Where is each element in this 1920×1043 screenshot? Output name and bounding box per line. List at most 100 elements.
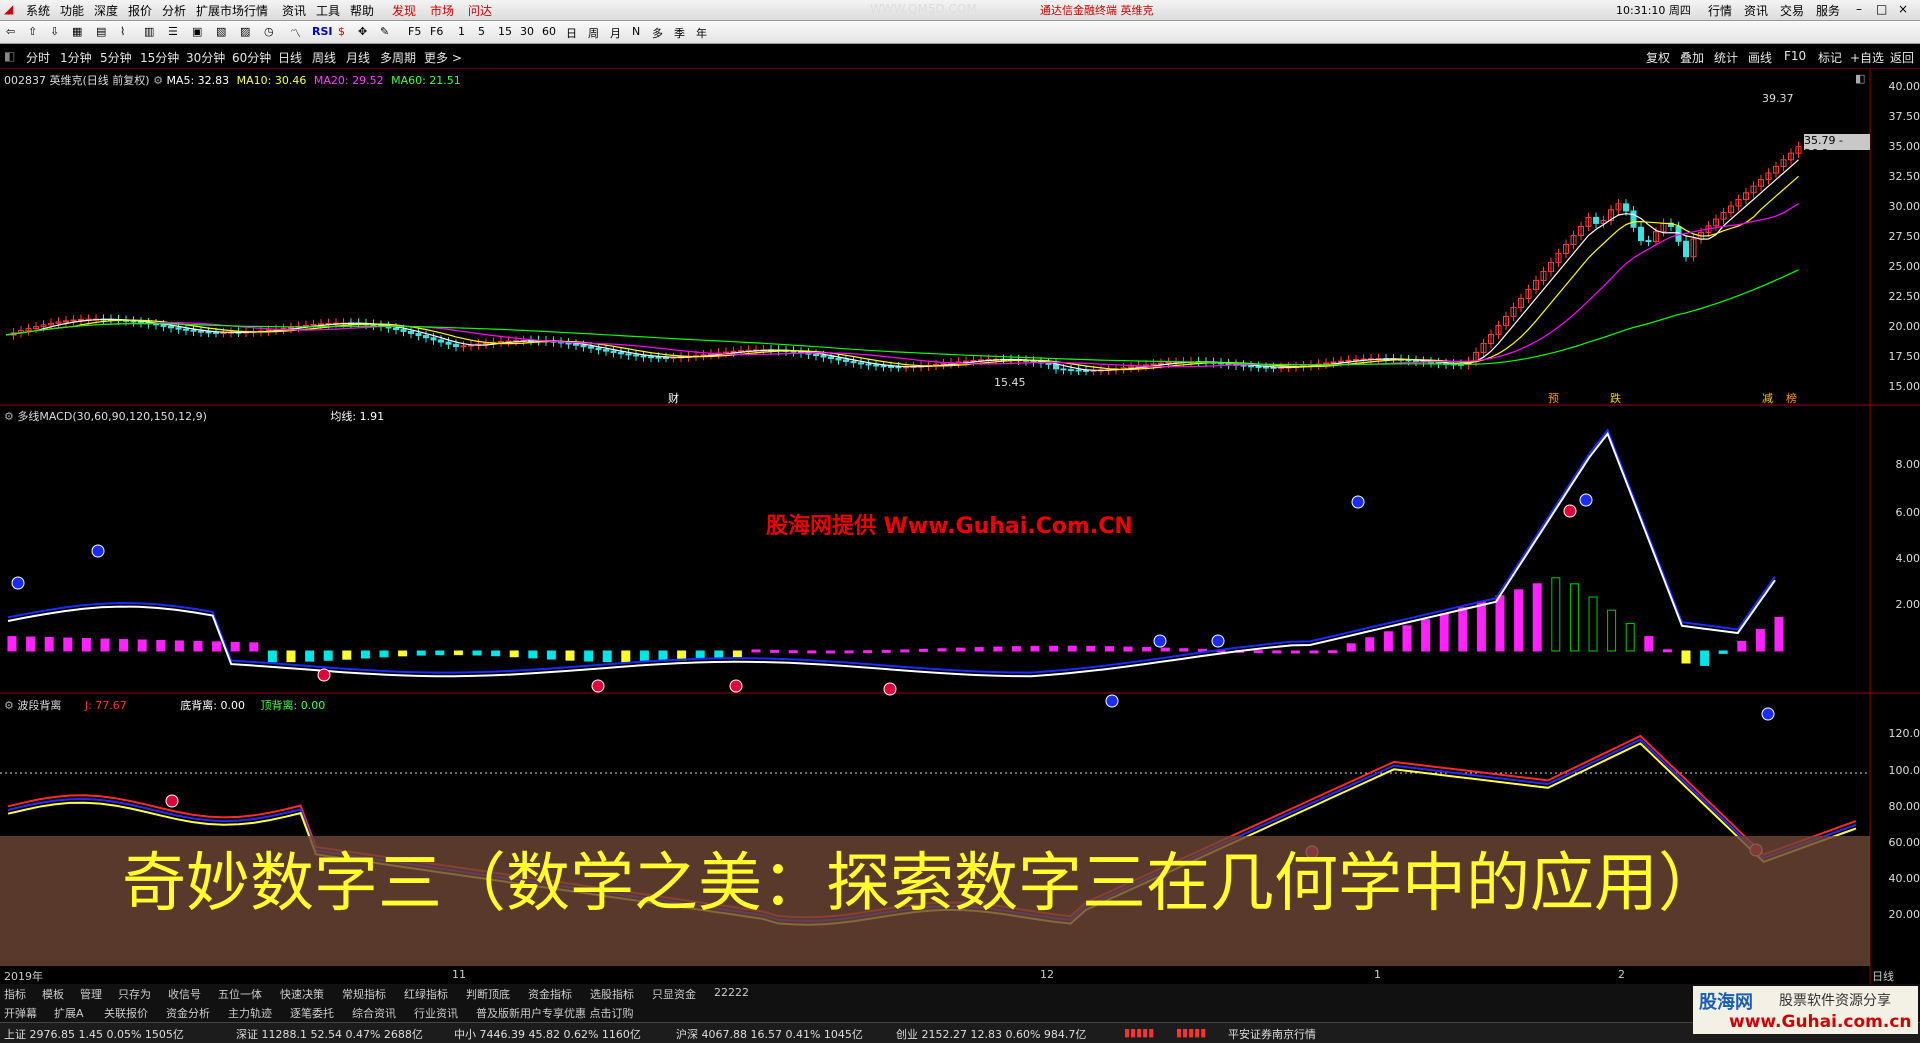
index-zx[interactable]: 中小 7446.39 45.82 0.62% 1160亿 [454, 1026, 641, 1042]
header-button-trade[interactable]: 交易 [1780, 2, 1804, 19]
grid-icon[interactable]: ▦ [72, 25, 82, 38]
period-button[interactable]: 多 [652, 25, 663, 41]
indicator-tab[interactable]: 判断顶底 [466, 986, 510, 1002]
table-icon[interactable]: ▤ [96, 25, 106, 38]
event-label[interactable]: 预 [1548, 390, 1559, 406]
menu-item[interactable]: 扩展市场行情 [196, 2, 268, 19]
event-label[interactable]: 跌 [1610, 390, 1621, 406]
indicator-tab[interactable]: 快速决策 [280, 986, 324, 1002]
chart-option[interactable]: 画线 [1748, 49, 1772, 66]
pencil-icon[interactable]: ✎ [380, 25, 389, 38]
indicator-tab[interactable]: 指标 [4, 986, 26, 1002]
period-tab[interactable]: 5分钟 [100, 49, 132, 66]
function-tab[interactable]: 行业资讯 [414, 1005, 458, 1021]
indicator-tab[interactable]: 红绿指标 [404, 986, 448, 1002]
menu-item[interactable]: 功能 [60, 2, 84, 19]
indicator-tab[interactable]: 常规指标 [342, 986, 386, 1002]
period-tab[interactable]: 60分钟 [232, 49, 271, 66]
index-cy[interactable]: 创业 2152.27 12.83 0.60% 984.7亿 [896, 1026, 1086, 1042]
event-label[interactable]: 减 [1762, 390, 1773, 406]
menu-item[interactable]: 报价 [128, 2, 152, 19]
function-tab[interactable]: 资金分析 [166, 1005, 210, 1021]
chart-option[interactable]: 复权 [1646, 49, 1670, 66]
period-button[interactable]: N [632, 25, 640, 38]
header-button-service[interactable]: 服务 [1816, 2, 1840, 19]
move-icon[interactable]: ✥ [358, 25, 367, 38]
period-button[interactable]: 15 [498, 25, 512, 38]
period-tab[interactable]: 30分钟 [186, 49, 225, 66]
window-icon[interactable]: ▣ [192, 25, 202, 38]
line-chart-icon[interactable]: ⌇ [120, 25, 125, 38]
period-button[interactable]: 5 [478, 25, 485, 38]
candle-chart-icon[interactable]: ▥ [144, 25, 154, 38]
period-tab[interactable]: 日线 [278, 49, 302, 66]
menu-item[interactable]: 帮助 [350, 2, 374, 19]
down-icon[interactable]: ⇩ [50, 25, 59, 38]
function-tab[interactable]: 主力轨迹 [228, 1005, 272, 1021]
settings-gear-icon[interactable]: ⚙ [153, 74, 166, 87]
function-tab[interactable]: 普及版新用户专享优惠 点击订购 [476, 1005, 634, 1021]
period-button[interactable]: 30 [520, 25, 534, 38]
layout-icon[interactable]: ▧ [216, 25, 226, 38]
period-tab[interactable]: 更多 > [424, 49, 462, 66]
period-tab[interactable]: 月线 [346, 49, 370, 66]
index-sh[interactable]: 上证 2976.85 1.45 0.05% 1505亿 [4, 1026, 184, 1042]
period-button[interactable]: 年 [696, 25, 707, 41]
period-button[interactable]: 周 [588, 25, 599, 41]
chart-option[interactable]: F10 [1784, 49, 1806, 63]
period-button[interactable]: 日 [566, 25, 577, 41]
settings-gear-icon[interactable]: ⚙ [4, 699, 17, 712]
menu-item[interactable]: 系统 [26, 2, 50, 19]
menu-item-discover[interactable]: 发现 [392, 2, 416, 19]
panel-zoom-icon[interactable]: ◧ [1855, 72, 1865, 85]
chart-option[interactable]: +自选 [1850, 49, 1884, 66]
period-button[interactable]: 1 [458, 25, 465, 38]
indicator-tab[interactable]: 资金指标 [528, 986, 572, 1002]
panel-toggle-icon[interactable]: ◧ [4, 49, 15, 63]
up-icon[interactable]: ⇧ [28, 25, 37, 38]
period-tab[interactable]: 1分钟 [60, 49, 92, 66]
close-icon[interactable]: × [1898, 2, 1908, 16]
function-tab[interactable]: 开弹幕 [4, 1005, 37, 1021]
menu-item-market[interactable]: 市场 [430, 2, 454, 19]
function-tab[interactable]: 逐笔委托 [290, 1005, 334, 1021]
f5-icon[interactable]: F5 [408, 25, 421, 38]
indicator-tab[interactable]: 只存为 [118, 986, 151, 1002]
chart-option[interactable]: 叠加 [1680, 49, 1704, 66]
chart-option[interactable]: 标记 [1818, 49, 1842, 66]
clock-icon[interactable]: ◷ [264, 25, 274, 38]
back-icon[interactable]: ⇦ [6, 25, 15, 38]
period-tab[interactable]: 周线 [312, 49, 336, 66]
money-icon[interactable]: $ [338, 25, 345, 38]
period-button[interactable]: 季 [674, 25, 685, 41]
list-icon[interactable]: ☰ [168, 25, 178, 38]
menu-item-ask[interactable]: 问达 [468, 2, 492, 19]
menu-item[interactable]: 工具 [316, 2, 340, 19]
calendar-icon[interactable]: ▨ [240, 25, 250, 38]
index-hs[interactable]: 沪深 4067.88 16.57 0.41% 1045亿 [676, 1026, 863, 1042]
menu-item[interactable]: 资讯 [282, 2, 306, 19]
chart-option[interactable]: 统计 [1714, 49, 1738, 66]
header-button-news[interactable]: 资讯 [1744, 2, 1768, 19]
period-tab[interactable]: 15分钟 [140, 49, 179, 66]
index-sz[interactable]: 深证 11288.1 52.54 0.47% 2688亿 [236, 1026, 423, 1042]
indicator-tab[interactable]: 选股指标 [590, 986, 634, 1002]
maximize-icon[interactable]: □ [1876, 2, 1887, 16]
function-tab[interactable]: 扩展A [54, 1005, 84, 1021]
f6-icon[interactable]: F6 [430, 25, 443, 38]
period-button[interactable]: 60 [542, 25, 556, 38]
event-label[interactable]: 榜 [1786, 390, 1797, 406]
settings-gear-icon[interactable]: ⚙ [4, 410, 17, 423]
period-button[interactable]: 月 [610, 25, 621, 41]
indicator-tab[interactable]: 收信号 [168, 986, 201, 1002]
menu-item[interactable]: 深度 [94, 2, 118, 19]
indicator-tab[interactable]: 22222 [714, 986, 749, 999]
menu-item[interactable]: 分析 [162, 2, 186, 19]
rsi-icon[interactable]: RSI [312, 25, 333, 38]
indicator-tab[interactable]: 模板 [42, 986, 64, 1002]
indicator-tab[interactable]: 管理 [80, 986, 102, 1002]
function-tab[interactable]: 关联报价 [104, 1005, 148, 1021]
period-tab[interactable]: 多周期 [380, 49, 416, 66]
minimize-icon[interactable]: – [1856, 2, 1862, 16]
event-label[interactable]: 财 [668, 390, 679, 406]
